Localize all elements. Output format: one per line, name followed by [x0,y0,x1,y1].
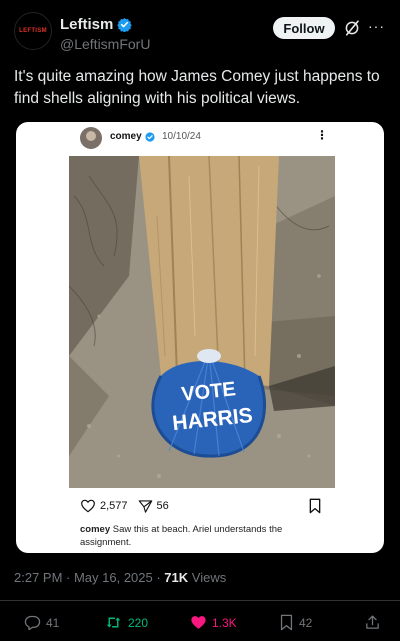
embedded-post-user-row: comey [110,131,155,142]
repost-count: 220 [128,615,149,630]
like-heart-icon [191,616,206,629]
bookmark-count: 42 [299,615,313,630]
author-name[interactable]: Leftism [60,16,113,33]
embedded-post-actions: 2,577 56 [80,498,169,514]
embedded-post-avatar [80,127,102,149]
share-button[interactable] [364,614,381,631]
embedded-post-photo: VOTE HARRIS [69,156,335,488]
reply-button[interactable]: 41 [24,614,59,631]
verified-badge-icon [117,17,133,32]
embedded-post-card[interactable]: comey 10/10/24 ⋮ VOTE HARRIS 2,577 56 co… [16,122,384,553]
tweet-header: LEFTISM Leftism @LeftismForU Follow ··· [0,0,400,60]
bookmark-icon [280,614,293,631]
caption-text: Saw this at beach. Ariel understands the… [80,524,283,548]
repost-button[interactable]: 220 [104,614,148,631]
views-label: Views [188,570,227,585]
bookmark-button[interactable]: 42 [279,614,312,631]
author-name-row[interactable]: Leftism [60,16,133,33]
send-icon[interactable] [138,499,153,514]
author-avatar[interactable]: LEFTISM [14,12,52,50]
embedded-like-count: 2,577 [100,500,128,512]
embedded-post-caption: comey Saw this at beach. Ariel understan… [80,523,320,549]
avatar-logo-text: LEFTISM [19,28,47,34]
like-button[interactable]: 1.3K [190,614,237,631]
share-icon [366,615,379,629]
embedded-verified-icon [145,131,155,142]
more-options-icon[interactable]: ··· [368,18,385,34]
embedded-post-date: 10/10/24 [162,131,201,142]
divider [0,600,400,601]
embedded-bookmark-icon[interactable] [308,498,322,514]
grok-icon[interactable] [343,19,361,37]
caption-username: comey [80,524,111,535]
repost-icon [106,617,121,628]
tweet-action-bar: 41 220 1.3K 42 [0,614,400,636]
tweet-text: It's quite amazing how James Comey just … [14,68,380,107]
embedded-post-username: comey [110,131,142,142]
reply-icon [24,615,41,631]
like-count: 1.3K [212,615,237,630]
tweet-meta: 2:27 PM · May 16, 2025 · 71K Views [14,570,226,585]
follow-button[interactable]: Follow [273,17,335,39]
heart-icon[interactable] [80,498,96,514]
embedded-post-more-icon: ⋮ [316,128,328,142]
embedded-share-count: 56 [156,500,169,512]
author-handle[interactable]: @LeftismForU [60,36,150,52]
tweet-timestamp[interactable]: 2:27 PM · May 16, 2025 · [14,570,164,585]
reply-count: 41 [46,615,60,630]
views-count: 71K [164,570,189,585]
